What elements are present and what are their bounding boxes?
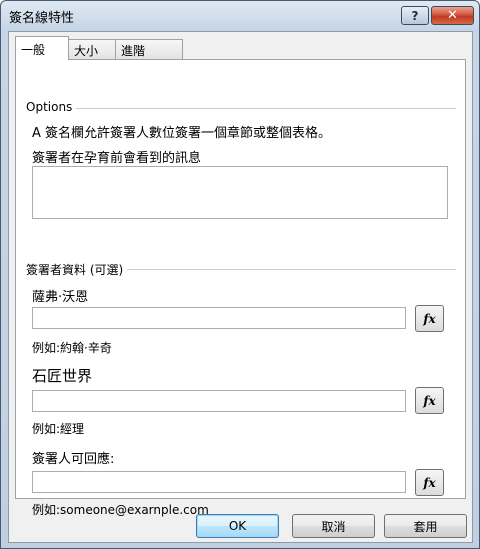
question-mark-icon: ? (411, 8, 419, 23)
general-tab-panel: Options A 簽名欄允許簽署人數位簽署一個章節或整個表格。 簽署者在孕育前… (15, 59, 466, 517)
dialog-window: 簽名線特性 ? ✕ 一般 大小 進階 Options A 簽名欄允許簽署人數位簽… (0, 0, 480, 549)
signer-message-label: 簽署者在孕育前會看到的訊息 (32, 151, 202, 166)
options-description: A 簽名欄允許簽署人數位簽署一個章節或整個表格。 (32, 126, 332, 141)
dialog-client-area: 一般 大小 進階 Options A 簽名欄允許簽署人數位簽署一個章節或整個表格… (8, 31, 473, 543)
fx-icon: fx (423, 475, 436, 490)
tab-advanced-label: 進階 (121, 44, 146, 58)
signer-email-input[interactable] (32, 471, 406, 493)
signer-title-label: 石匠世界 (32, 367, 93, 385)
signer-email-fx-button[interactable]: fx (415, 469, 444, 496)
ok-button-label: OK (228, 519, 247, 533)
window-title: 簽名線特性 (9, 11, 75, 26)
tab-general[interactable]: 一般 (15, 36, 69, 60)
apply-button[interactable]: 套用 (384, 514, 467, 538)
options-group-label: Options (26, 100, 77, 114)
cancel-button-label: 取消 (321, 519, 346, 534)
cancel-button[interactable]: 取消 (292, 514, 375, 538)
tab-general-label: 一般 (21, 43, 46, 57)
close-icon: ✕ (447, 8, 458, 23)
signer-title-example: 例如:經理 (32, 422, 85, 436)
signer-title-input[interactable] (32, 390, 406, 412)
fx-icon: fx (423, 393, 436, 408)
title-bar: 簽名線特性 ? ✕ (1, 1, 479, 31)
signer-message-textarea[interactable] (32, 166, 448, 219)
signer-email-example: 例如:someone@exarnple.com (32, 503, 209, 517)
signer-group-label: 簽署者資料 (可選) (26, 261, 128, 278)
close-button[interactable]: ✕ (431, 6, 474, 25)
signer-name-input[interactable] (32, 307, 406, 329)
tab-advanced[interactable]: 進階 (115, 39, 183, 59)
signer-name-fx-button[interactable]: fx (415, 305, 444, 332)
signer-name-label: 薩弗·沃恩 (32, 290, 89, 305)
fx-icon: fx (423, 311, 436, 326)
options-group-line (26, 108, 456, 109)
signer-email-label: 簽署人可回應: (32, 452, 115, 467)
tab-size[interactable]: 大小 (68, 39, 116, 59)
tab-size-label: 大小 (74, 44, 99, 58)
signer-name-example: 例如:約翰·辛奇 (32, 341, 112, 355)
help-button[interactable]: ? (401, 6, 429, 25)
apply-button-label: 套用 (413, 519, 438, 534)
signer-title-fx-button[interactable]: fx (415, 387, 444, 414)
